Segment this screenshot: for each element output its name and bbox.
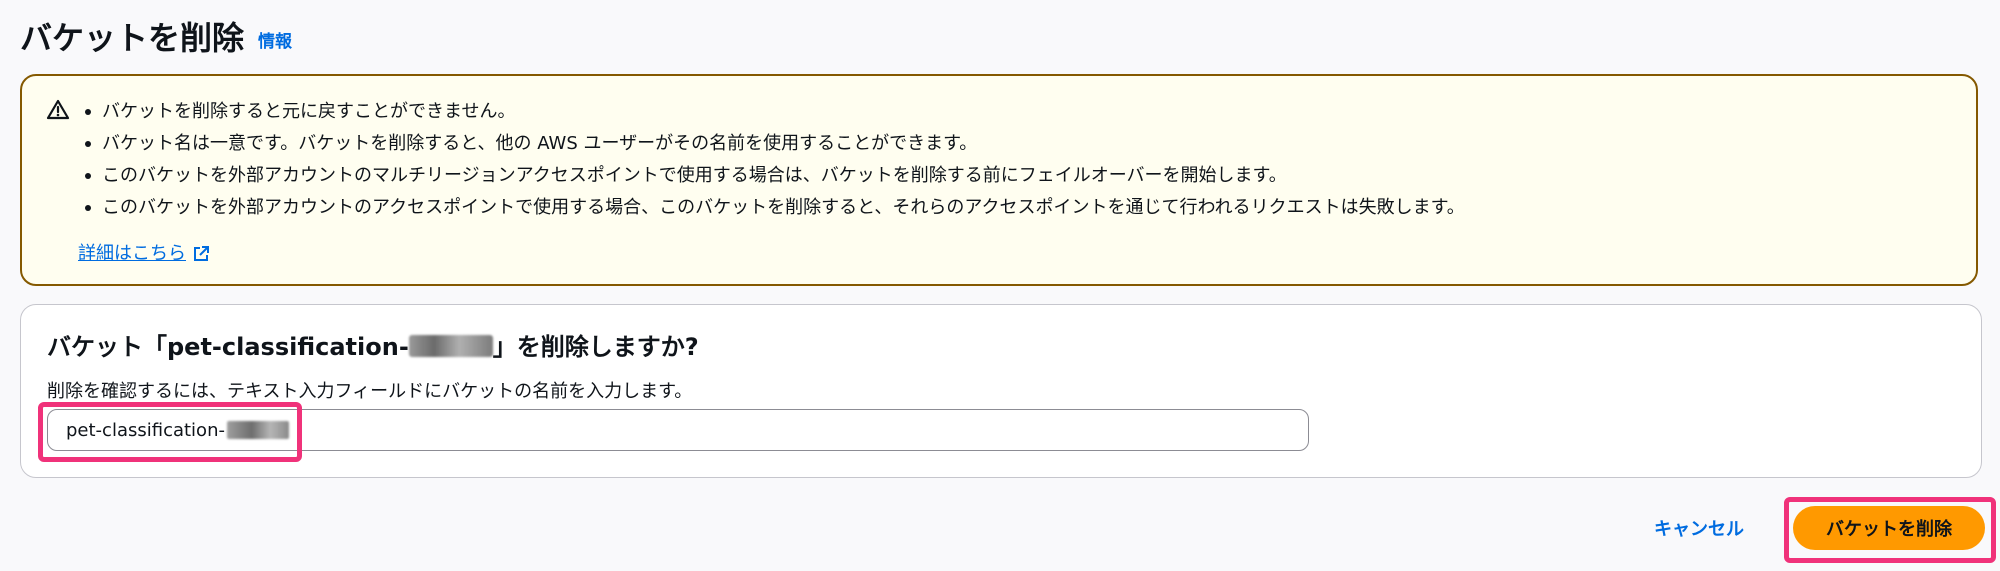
page-header: バケットを削除 情報 [20, 14, 292, 62]
info-link[interactable]: 情報 [258, 30, 292, 54]
warning-icon [46, 99, 70, 120]
warning-list: バケットを削除すると元に戻すことができません。 バケット名は一意です。バケットを… [80, 96, 1465, 224]
bucket-name-input[interactable]: pet-classification- [47, 409, 1309, 451]
confirm-heading-suffix: 」を削除しますか? [492, 333, 699, 361]
cancel-button[interactable]: キャンセル [1654, 510, 1744, 550]
confirm-heading-prefix: バケット「pet-classification- [47, 333, 409, 361]
learn-more-label: 詳細はこちら [78, 243, 186, 264]
page-title: バケットを削除 [20, 19, 245, 57]
warning-alert: バケットを削除すると元に戻すことができません。 バケット名は一意です。バケットを… [20, 74, 1978, 286]
warning-item: このバケットを外部アカウントのマルチリージョンアクセスポイントで使用する場合は、… [80, 160, 1465, 192]
external-link-icon [194, 246, 209, 261]
learn-more-link[interactable]: 詳細はこちら [78, 240, 210, 268]
bucket-name-input-value: pet-classification- [66, 419, 225, 441]
redacted-bucket-suffix [408, 335, 493, 357]
redacted-input-suffix [226, 421, 289, 439]
warning-item: バケットを削除すると元に戻すことができません。 [80, 96, 1465, 128]
confirm-description: 削除を確認するには、テキスト入力フィールドにバケットの名前を入力します。 [47, 381, 693, 402]
warning-item: バケット名は一意です。バケットを削除すると、他の AWS ユーザーがその名前を使… [80, 128, 1465, 160]
warning-item: このバケットを外部アカウントのアクセスポイントで使用する場合、このバケットを削除… [80, 192, 1465, 224]
delete-confirmation-panel: バケット「pet-classification- 」を削除しますか? 削除を確認す… [20, 304, 1982, 478]
confirm-heading: バケット「pet-classification- 」を削除しますか? [47, 327, 699, 367]
delete-bucket-button[interactable]: バケットを削除 [1793, 506, 1985, 550]
